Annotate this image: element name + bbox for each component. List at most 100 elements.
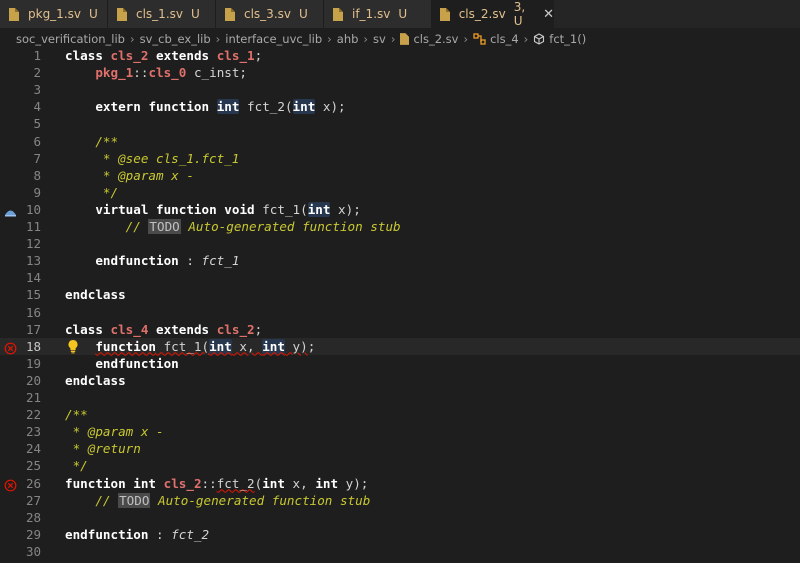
code-line[interactable]: 22 /** [0,406,800,423]
breadcrumb-item[interactable]: soc_verification_lib [16,32,125,46]
breadcrumb-item[interactable]: cls_2.sv [413,32,458,46]
error-icon[interactable] [4,477,17,491]
code-line[interactable]: 24 * @return [0,440,800,457]
code-line[interactable]: 12 [0,235,800,252]
code-line[interactable]: 21 [0,389,800,406]
code-line[interactable]: 3 [0,81,800,98]
code-line[interactable]: 17 class cls_4 extends cls_2; [0,321,800,338]
code-line[interactable]: 6 /** [0,133,800,150]
line-number: 14 [25,270,41,286]
code-line[interactable]: 2 pkg_1::cls_0 c_inst; [0,64,800,81]
line-number: 12 [25,236,41,252]
error-icon[interactable] [4,340,17,355]
tab-cls-3[interactable]: cls_3.sv U [216,0,324,28]
file-icon [332,7,344,21]
tab-label: if_1.sv [352,7,391,21]
code-text: endclass [65,287,126,303]
code-line[interactable]: 4 extern function int fct_2(int x); [0,98,800,115]
code-line[interactable]: 18 function fct_1(int x, int y); [0,337,800,355]
code-text: extern function int fct_2(int x); [95,99,346,115]
code-text: * @return [65,441,141,457]
tab-cls-1[interactable]: cls_1.sv U [108,0,216,28]
line-number: 25 [25,458,41,474]
file-icon [400,33,410,45]
tab-label: cls_2.sv [458,7,506,21]
line-number: 13 [25,253,41,269]
line-number: 11 [25,219,41,234]
breadcrumb-item[interactable]: sv_cb_ex_lib [140,32,211,46]
file-icon [224,7,236,21]
code-line[interactable]: 10 virtual function void fct_1(int x); [0,201,800,218]
code-text: /** [65,133,119,149]
code-text: class cls_2 extends cls_1; [65,48,263,63]
line-number: 16 [25,304,41,320]
chevron-right-icon: › [327,32,332,46]
close-icon[interactable]: ✕ [543,7,554,22]
code-text: // TODO Auto-generated function stub [65,219,401,234]
line-number: 20 [25,372,41,388]
code-text: function int cls_2::fct_2(int x, int y); [65,475,369,491]
code-text: endfunction [95,355,179,371]
code-text: function fct_1(int x, int y); [95,338,316,354]
code-line[interactable]: 7 * @see cls_1.fct_1 [0,150,800,167]
code-line[interactable]: 15 endclass [0,286,800,303]
code-line[interactable]: 28 [0,509,800,526]
code-line[interactable]: 20 endclass [0,372,800,389]
method-symbol-icon [533,33,545,45]
breadcrumb-item[interactable]: interface_uvc_lib [225,32,322,46]
chevron-right-icon: › [523,32,529,46]
breakpoint-icon[interactable] [4,203,17,217]
code-line[interactable]: 27 // TODO Auto-generated function stub [0,492,800,509]
line-number: 28 [25,509,41,525]
line-number: 27 [25,492,41,508]
code-text: * @param x - [65,424,164,440]
code-line[interactable]: 8 * @param x - [0,167,800,184]
breadcrumb-item[interactable]: fct_1() [549,32,586,46]
code-text: * @param x - [65,167,194,183]
file-icon [116,7,128,21]
code-line[interactable]: 1 class cls_2 extends cls_1; [0,47,800,64]
breadcrumb-item[interactable]: ahb [337,32,359,46]
code-editor[interactable]: 1 class cls_2 extends cls_1; 2 pkg_1::cls_… [0,47,800,563]
line-number: 5 [33,116,41,132]
line-number: 17 [25,321,41,337]
code-line[interactable]: 16 [0,304,800,321]
code-line[interactable]: 26 function int cls_2::fct_2(int x, int y… [0,475,800,492]
line-number: 2 [33,65,41,81]
code-line[interactable]: 14 [0,269,800,286]
line-number: 3 [33,82,41,98]
tab-cls-2[interactable]: cls_2.sv 3, U ✕ [432,0,554,28]
breadcrumb-item[interactable]: cls_4 [490,32,519,46]
code-text: */ [65,458,88,474]
breadcrumb-item[interactable]: sv [373,32,386,46]
line-number: 24 [25,441,41,457]
code-line[interactable]: 13 endfunction : fct_1 [0,252,800,269]
file-icon [440,7,451,21]
code-line[interactable]: 11 // TODO Auto-generated function stub [0,218,800,235]
code-line[interactable]: 9 */ [0,184,800,201]
line-number: 30 [25,543,41,559]
chevron-right-icon: › [363,32,369,46]
tab-if-1[interactable]: if_1.sv U [324,0,432,28]
tab-status: U [398,7,408,21]
class-symbol-icon [473,33,486,45]
line-number: 4 [33,99,41,115]
line-number: 1 [33,48,41,63]
chevron-right-icon: › [215,32,221,46]
code-text: endfunction : fct_2 [65,526,210,542]
line-number: 9 [33,184,41,200]
tab-bar: pkg_1.sv U cls_1.sv U cls_3.sv U if_1.sv… [0,0,800,28]
code-line[interactable]: 23 * @param x - [0,423,800,440]
code-line[interactable]: 30 [0,543,800,560]
line-number: 23 [25,424,41,440]
code-line[interactable]: 5 [0,115,800,132]
code-line[interactable]: 19 endfunction [0,355,800,372]
code-line[interactable]: 25 */ [0,457,800,474]
code-text: /** [65,407,88,423]
line-number: 22 [25,407,41,423]
tab-label: cls_3.sv [244,7,291,21]
chevron-right-icon: › [390,32,396,46]
code-line[interactable]: 29 endfunction : fct_2 [0,526,800,543]
tab-pkg-1[interactable]: pkg_1.sv U [0,0,108,28]
tab-status: U [89,7,98,21]
